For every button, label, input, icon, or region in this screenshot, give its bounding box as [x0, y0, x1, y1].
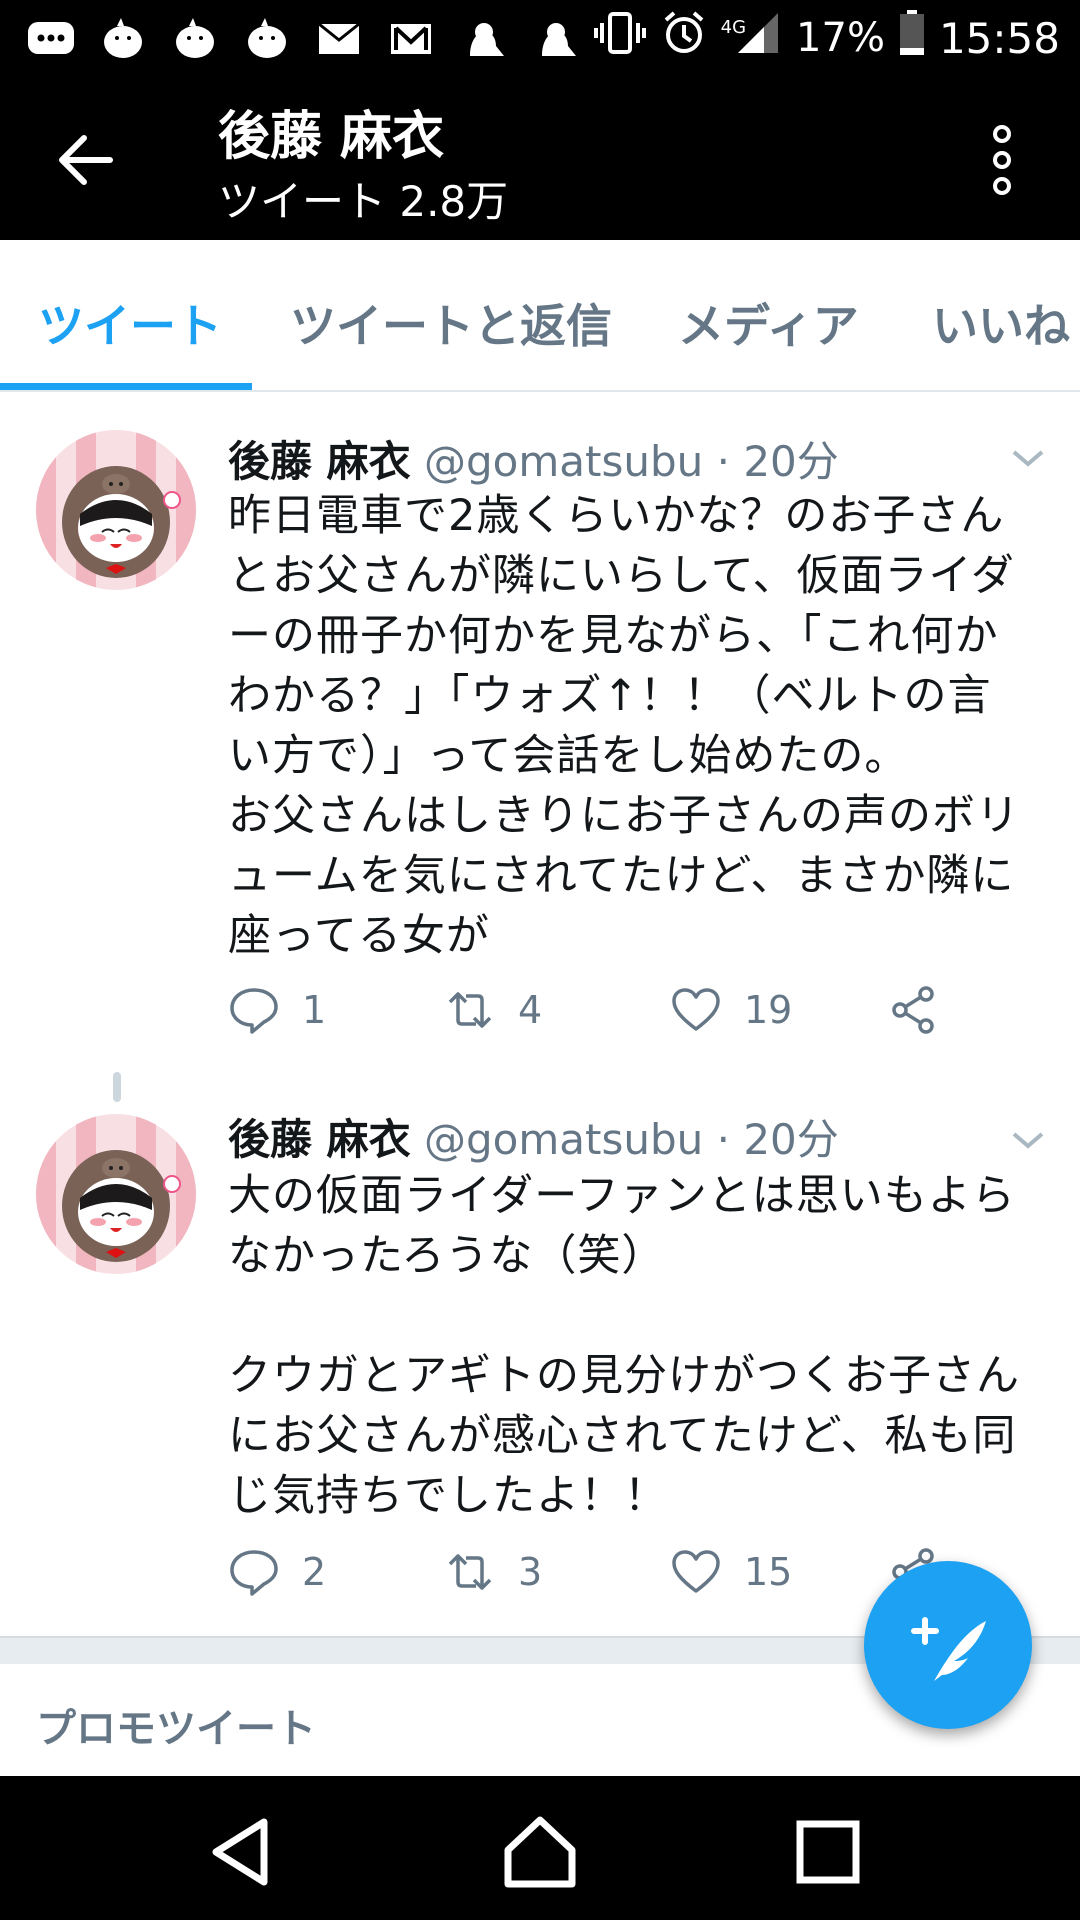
arrow-back-icon	[59, 135, 113, 185]
more-vert-icon	[993, 125, 1011, 195]
page-title: 後藤 麻衣	[218, 107, 445, 167]
tweet-time: 20分	[743, 1115, 839, 1164]
triangle-back-icon	[212, 1818, 268, 1886]
alarm-icon	[661, 10, 707, 66]
tab-media[interactable]: メディア	[678, 290, 859, 356]
tweet-item[interactable]: 後藤 麻衣 @gomatsubu · 20分 昨日電車で2歳くらいかな？のお子さ…	[0, 390, 1080, 1070]
chevron-down-icon	[1012, 450, 1044, 467]
tab-tweets-and-replies[interactable]: ツイートと返信	[290, 290, 612, 356]
reply-count: 1	[302, 988, 327, 1032]
like-count: 19	[744, 988, 793, 1032]
compose-feather-icon	[911, 1617, 986, 1681]
compose-tweet-button[interactable]	[864, 1561, 1032, 1729]
retweet-count: 3	[518, 1550, 543, 1594]
app-bar: 後藤 麻衣 ツイート 2.8万	[0, 76, 1080, 240]
tweet-text: 昨日電車で2歳くらいかな？のお子さん とお父さんが隣にいらして、仮面ライダ ーの…	[228, 491, 1020, 961]
like-button[interactable]: 19	[670, 984, 792, 1036]
au-mail-icon	[312, 16, 366, 60]
square-recents-icon	[796, 1820, 860, 1884]
tweet-header: 後藤 麻衣 @gomatsubu · 20分	[228, 428, 839, 489]
system-status: 4G 17% 15:58	[593, 10, 1060, 66]
reply-button[interactable]: 1	[228, 984, 326, 1036]
battery-percent: 17%	[796, 15, 885, 61]
status-bar: 4G 17% 15:58	[0, 0, 1080, 76]
retweet-button[interactable]: 4	[444, 984, 542, 1036]
vibrate-icon	[593, 11, 647, 65]
heart-icon	[672, 988, 720, 1031]
like-count: 15	[744, 1550, 793, 1594]
tweet-item[interactable]: 後藤 麻衣 @gomatsubu · 20分 大の仮面ライダーファンとは思いもよ…	[0, 1072, 1080, 1632]
ghost-icon	[456, 16, 510, 60]
ghost-icon	[528, 16, 582, 60]
separator-dot: ·	[716, 1115, 730, 1164]
chevron-down-icon	[1012, 1132, 1044, 1149]
chick-icon	[96, 16, 150, 60]
tab-tweets[interactable]: ツイート	[38, 290, 222, 356]
notification-icons	[24, 10, 582, 66]
tweet-actions: 1 4 19	[228, 984, 988, 1044]
separator-dot: ·	[716, 437, 730, 486]
battery-icon	[899, 10, 925, 66]
tweet-time: 20分	[743, 437, 839, 486]
home-icon	[504, 1816, 576, 1888]
back-button[interactable]	[50, 124, 122, 196]
retweet-icon	[448, 992, 492, 1028]
share-button[interactable]	[888, 984, 940, 1036]
gmail-icon	[384, 16, 438, 60]
chick-icon	[168, 16, 222, 60]
system-navigation-bar	[0, 1776, 1080, 1920]
retweet-icon	[448, 1554, 492, 1590]
active-tab-indicator	[0, 383, 252, 390]
reply-icon	[230, 988, 278, 1034]
nav-recents-button[interactable]	[788, 1812, 868, 1892]
avatar[interactable]	[36, 430, 196, 590]
nav-home-button[interactable]	[500, 1812, 580, 1892]
like-button[interactable]: 15	[670, 1546, 792, 1598]
tweet-text: 大の仮面ライダーファンとは思いもよら なかったろうな（笑） クウガとアギトの見分…	[228, 1171, 1020, 1521]
promoted-tweet-label: プロモツイート	[36, 1706, 316, 1752]
tweet-menu-button[interactable]	[1010, 1128, 1046, 1152]
clock: 15:58	[938, 13, 1060, 63]
overflow-menu-button[interactable]	[970, 120, 1034, 200]
nav-back-button[interactable]	[200, 1812, 280, 1892]
reply-button[interactable]: 2	[228, 1546, 326, 1598]
retweet-button[interactable]: 3	[444, 1546, 542, 1598]
message-icon	[24, 16, 78, 60]
tab-likes[interactable]: いいね	[932, 290, 1070, 356]
heart-icon	[672, 1550, 720, 1593]
tweet-count: ツイート 2.8万	[218, 177, 509, 226]
author-name[interactable]: 後藤 麻衣	[228, 1115, 411, 1164]
author-handle[interactable]: @gomatsubu	[424, 1115, 703, 1164]
tweet-header: 後藤 麻衣 @gomatsubu · 20分	[228, 1106, 839, 1167]
reply-icon	[230, 1550, 278, 1596]
author-name[interactable]: 後藤 麻衣	[228, 437, 411, 486]
profile-tabs: ツイート ツイートと返信 メディア いいね	[0, 240, 1080, 392]
chick-icon	[240, 16, 294, 60]
author-handle[interactable]: @gomatsubu	[424, 437, 703, 486]
reply-count: 2	[302, 1550, 327, 1594]
retweet-count: 4	[518, 988, 543, 1032]
avatar[interactable]	[36, 1114, 196, 1274]
share-icon	[892, 986, 934, 1034]
signal-icon	[734, 11, 782, 65]
tweet-menu-button[interactable]	[1010, 446, 1046, 470]
